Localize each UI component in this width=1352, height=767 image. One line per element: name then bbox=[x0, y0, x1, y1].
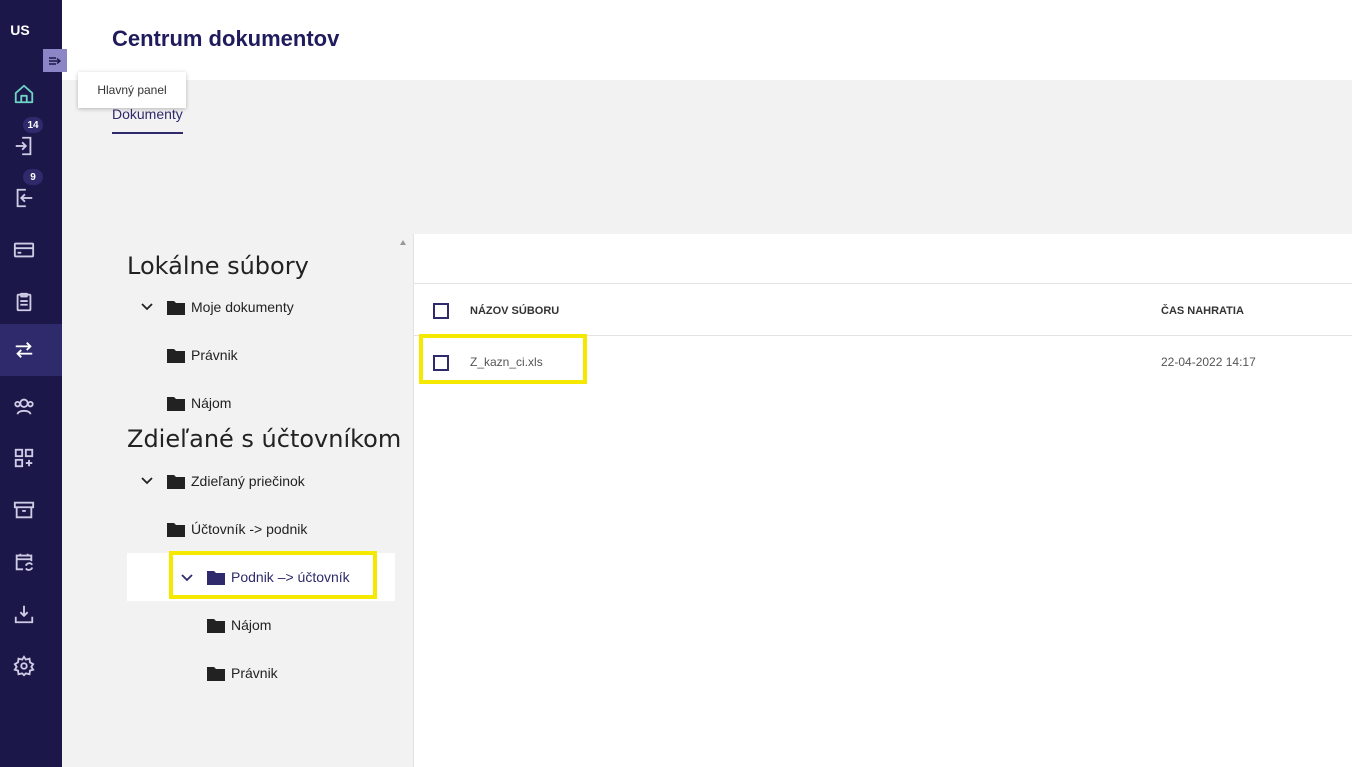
nav-item-tasks[interactable] bbox=[0, 276, 62, 328]
tree-item-label: Právnik bbox=[231, 665, 278, 681]
tree-item-label: Právnik bbox=[191, 347, 238, 363]
side-nav: US 14 9 bbox=[0, 0, 62, 767]
tree-item-najom[interactable]: Nájom bbox=[167, 392, 231, 414]
export-badge: 9 bbox=[23, 169, 43, 185]
folder-icon bbox=[167, 348, 185, 363]
apps-add-icon bbox=[14, 448, 34, 468]
nav-item-settings[interactable] bbox=[0, 640, 62, 692]
app-root: US 14 9 Centrum dokumentov Dokumenty Hla… bbox=[0, 0, 1352, 767]
nav-item-download[interactable] bbox=[0, 588, 62, 640]
file-table-header: NÁZOV SÚBORU ČAS NAHRATIA bbox=[414, 284, 1352, 336]
page-header: Centrum dokumentov bbox=[62, 0, 1352, 80]
tree-item-uctovnik-podnik[interactable]: Účtovník -> podnik bbox=[167, 518, 307, 540]
home-icon bbox=[14, 84, 34, 104]
transfer-icon bbox=[15, 342, 33, 358]
nav-item-home[interactable] bbox=[0, 68, 62, 120]
tree-item-shared-folder[interactable]: Zdieľaný priečinok bbox=[167, 470, 305, 492]
folder-icon bbox=[207, 618, 225, 633]
download-icon bbox=[14, 605, 34, 624]
tooltip: Hlavný panel bbox=[78, 72, 186, 108]
chevron-down-icon[interactable] bbox=[141, 477, 153, 485]
file-toolbar bbox=[414, 234, 1352, 284]
chevron-down-icon[interactable] bbox=[141, 303, 153, 311]
highlight-box bbox=[169, 551, 377, 599]
folder-icon bbox=[167, 474, 185, 489]
shared-heading: Zdieľané s účtovníkom bbox=[127, 425, 402, 453]
file-list: NÁZOV SÚBORU ČAS NAHRATIA Z_kazn_ci.xls … bbox=[413, 234, 1352, 767]
local-files-heading: Lokálne súbory bbox=[127, 252, 309, 280]
tree-item-label: Zdieľaný priečinok bbox=[191, 473, 305, 489]
nav-item-payments[interactable] bbox=[0, 224, 62, 276]
nav-item-apps[interactable] bbox=[0, 432, 62, 484]
clipboard-icon bbox=[16, 292, 32, 312]
column-header-name[interactable]: NÁZOV SÚBORU bbox=[470, 305, 559, 317]
tree-item-label: Nájom bbox=[191, 395, 232, 411]
tab-documents[interactable]: Dokumenty bbox=[112, 106, 183, 134]
tree-item-najom-sub[interactable]: Nájom bbox=[207, 614, 271, 636]
nav-item-contacts[interactable] bbox=[0, 380, 62, 432]
import-badge: 14 bbox=[23, 117, 43, 133]
folder-icon bbox=[167, 522, 185, 537]
nav-item-calendar[interactable] bbox=[0, 536, 62, 588]
tree-item-label: Nájom bbox=[231, 617, 272, 633]
nav-item-archive[interactable] bbox=[0, 484, 62, 536]
nav-expand-button[interactable] bbox=[43, 49, 67, 72]
tree-item-pravnik[interactable]: Právnik bbox=[167, 344, 238, 366]
column-header-time[interactable]: ČAS NAHRATIA bbox=[1161, 305, 1244, 317]
tree-scrollbar[interactable] bbox=[396, 234, 412, 767]
card-icon bbox=[13, 242, 35, 258]
archive-icon bbox=[13, 501, 35, 519]
export-icon bbox=[16, 188, 33, 208]
tree-item-pravnik-sub[interactable]: Právnik bbox=[207, 662, 278, 684]
page-title: Centrum dokumentov bbox=[112, 26, 340, 51]
nav-item-documents[interactable] bbox=[0, 324, 62, 376]
import-icon bbox=[15, 136, 32, 156]
users-icon bbox=[14, 398, 34, 415]
scroll-up-icon[interactable] bbox=[400, 240, 406, 245]
file-uploaded-time: 22-04-2022 14:17 bbox=[1161, 355, 1256, 369]
folder-icon bbox=[167, 300, 185, 315]
calendar-sync-icon bbox=[15, 553, 34, 571]
tree-item-moje-dokumenty[interactable]: Moje dokumenty bbox=[167, 296, 294, 318]
tree-item-label: Účtovník -> podnik bbox=[191, 521, 308, 537]
settings-icon bbox=[13, 655, 35, 677]
folder-icon bbox=[167, 396, 185, 411]
select-all-checkbox[interactable] bbox=[433, 303, 449, 319]
tree-item-label: Moje dokumenty bbox=[191, 299, 294, 315]
folder-icon bbox=[207, 666, 225, 681]
highlight-box bbox=[419, 334, 587, 384]
expand-icon bbox=[49, 56, 62, 65]
